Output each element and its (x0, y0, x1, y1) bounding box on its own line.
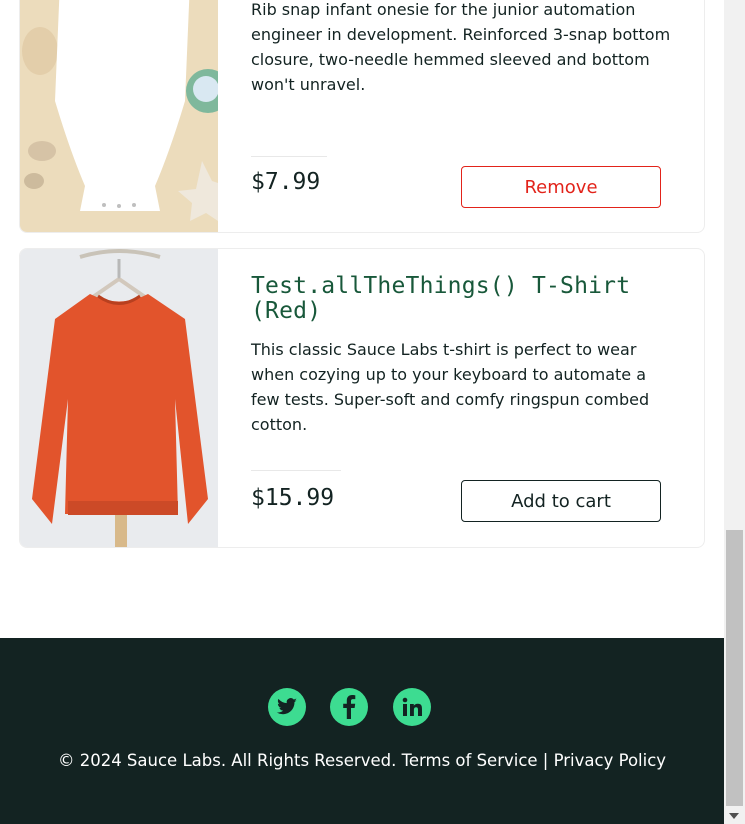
linkedin-icon[interactable] (393, 688, 431, 726)
item-price: $15.99 (251, 485, 335, 511)
item-description: Rib snap infant onesie for the junior au… (251, 0, 671, 94)
footer-copyright: © 2024 Sauce Labs. All Rights Reserved. … (57, 751, 667, 770)
price-divider (251, 470, 341, 471)
inventory-item: Test.allTheThings() T-Shirt (Red) This c… (19, 248, 705, 548)
onesie-image[interactable] (20, 0, 218, 232)
twitter-icon[interactable] (268, 688, 306, 726)
footer: © 2024 Sauce Labs. All Rights Reserved. … (0, 638, 724, 824)
scroll-down-arrow-icon[interactable] (729, 813, 739, 819)
inventory-page: Rib snap infant onesie for the junior au… (0, 0, 724, 824)
add-to-cart-button[interactable]: Add to cart (461, 480, 661, 522)
inventory-item: Rib snap infant onesie for the junior au… (19, 0, 705, 233)
price-divider (251, 156, 327, 157)
facebook-icon[interactable] (330, 688, 368, 726)
remove-button[interactable]: Remove (461, 166, 661, 208)
item-name[interactable]: Test.allTheThings() T-Shirt (Red) (251, 274, 671, 324)
vertical-scrollbar[interactable] (724, 0, 745, 824)
scrollbar-thumb[interactable] (726, 530, 743, 806)
red-sweatshirt-image[interactable] (20, 249, 218, 547)
item-description: This classic Sauce Labs t-shirt is perfe… (251, 340, 650, 434)
item-price: $7.99 (251, 169, 321, 195)
